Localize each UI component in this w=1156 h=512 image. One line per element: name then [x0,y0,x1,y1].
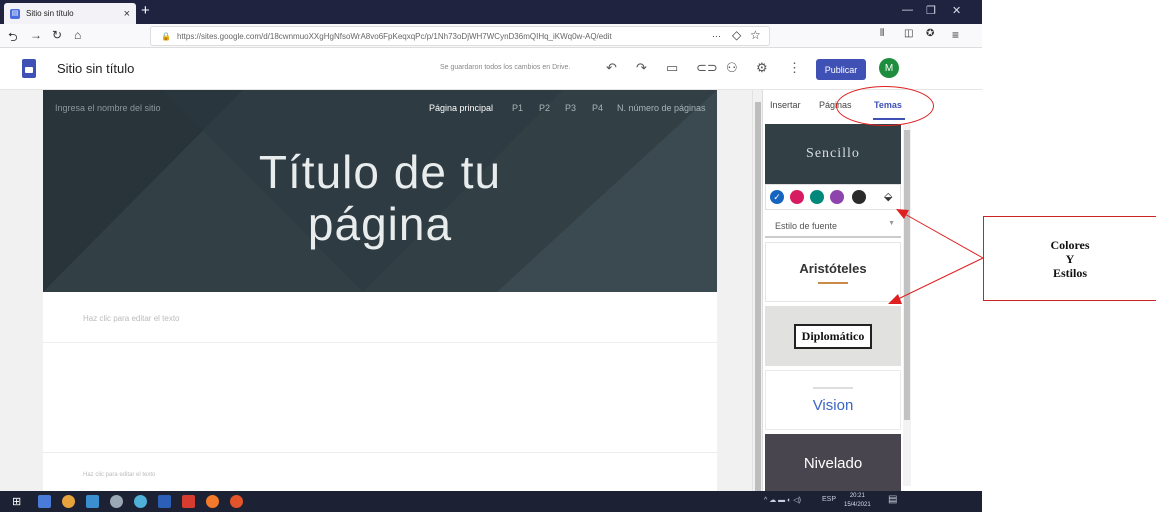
arrow-line [895,257,984,301]
arrow-line [902,212,984,259]
app-icon[interactable] [134,495,147,508]
callout-line: Y [1065,251,1075,266]
clock[interactable]: 20:21 15/4/2021 [844,492,871,510]
chrome-icon[interactable] [62,495,75,508]
notifications-icon[interactable]: ▤ [888,494,897,505]
app-icon[interactable] [230,495,243,508]
windows-start-icon[interactable]: ⊞ [12,495,25,508]
firefox-icon[interactable] [206,495,219,508]
clock-date: 15/4/2021 [844,502,871,508]
arrow-head [888,294,902,304]
screen: ▤ Sitio sin título × + — ❐ ✕ ⮌ → ↻ ⌂ 🔒 h… [0,0,1156,512]
callout-line: Estilos [1052,265,1087,280]
annotation-callout: Colores Y Estilos [983,216,1156,301]
clock-time: 20:21 [849,493,865,499]
tray-icons[interactable]: ^ ☁ ▬ ◐ ◁) [764,496,801,504]
language-indicator[interactable]: ESP [822,496,836,503]
file-explorer-icon[interactable] [38,495,51,508]
app-icon[interactable] [110,495,123,508]
pdf-icon[interactable] [182,495,195,508]
taskbar: ⊞ ^ ☁ ▬ ◐ ◁) ESP 20:21 15/4/2021 ▤ [0,491,982,512]
arrow-head [896,209,909,219]
mail-icon[interactable] [86,495,99,508]
word-icon[interactable] [158,495,171,508]
callout-line: Colores [1050,237,1090,252]
